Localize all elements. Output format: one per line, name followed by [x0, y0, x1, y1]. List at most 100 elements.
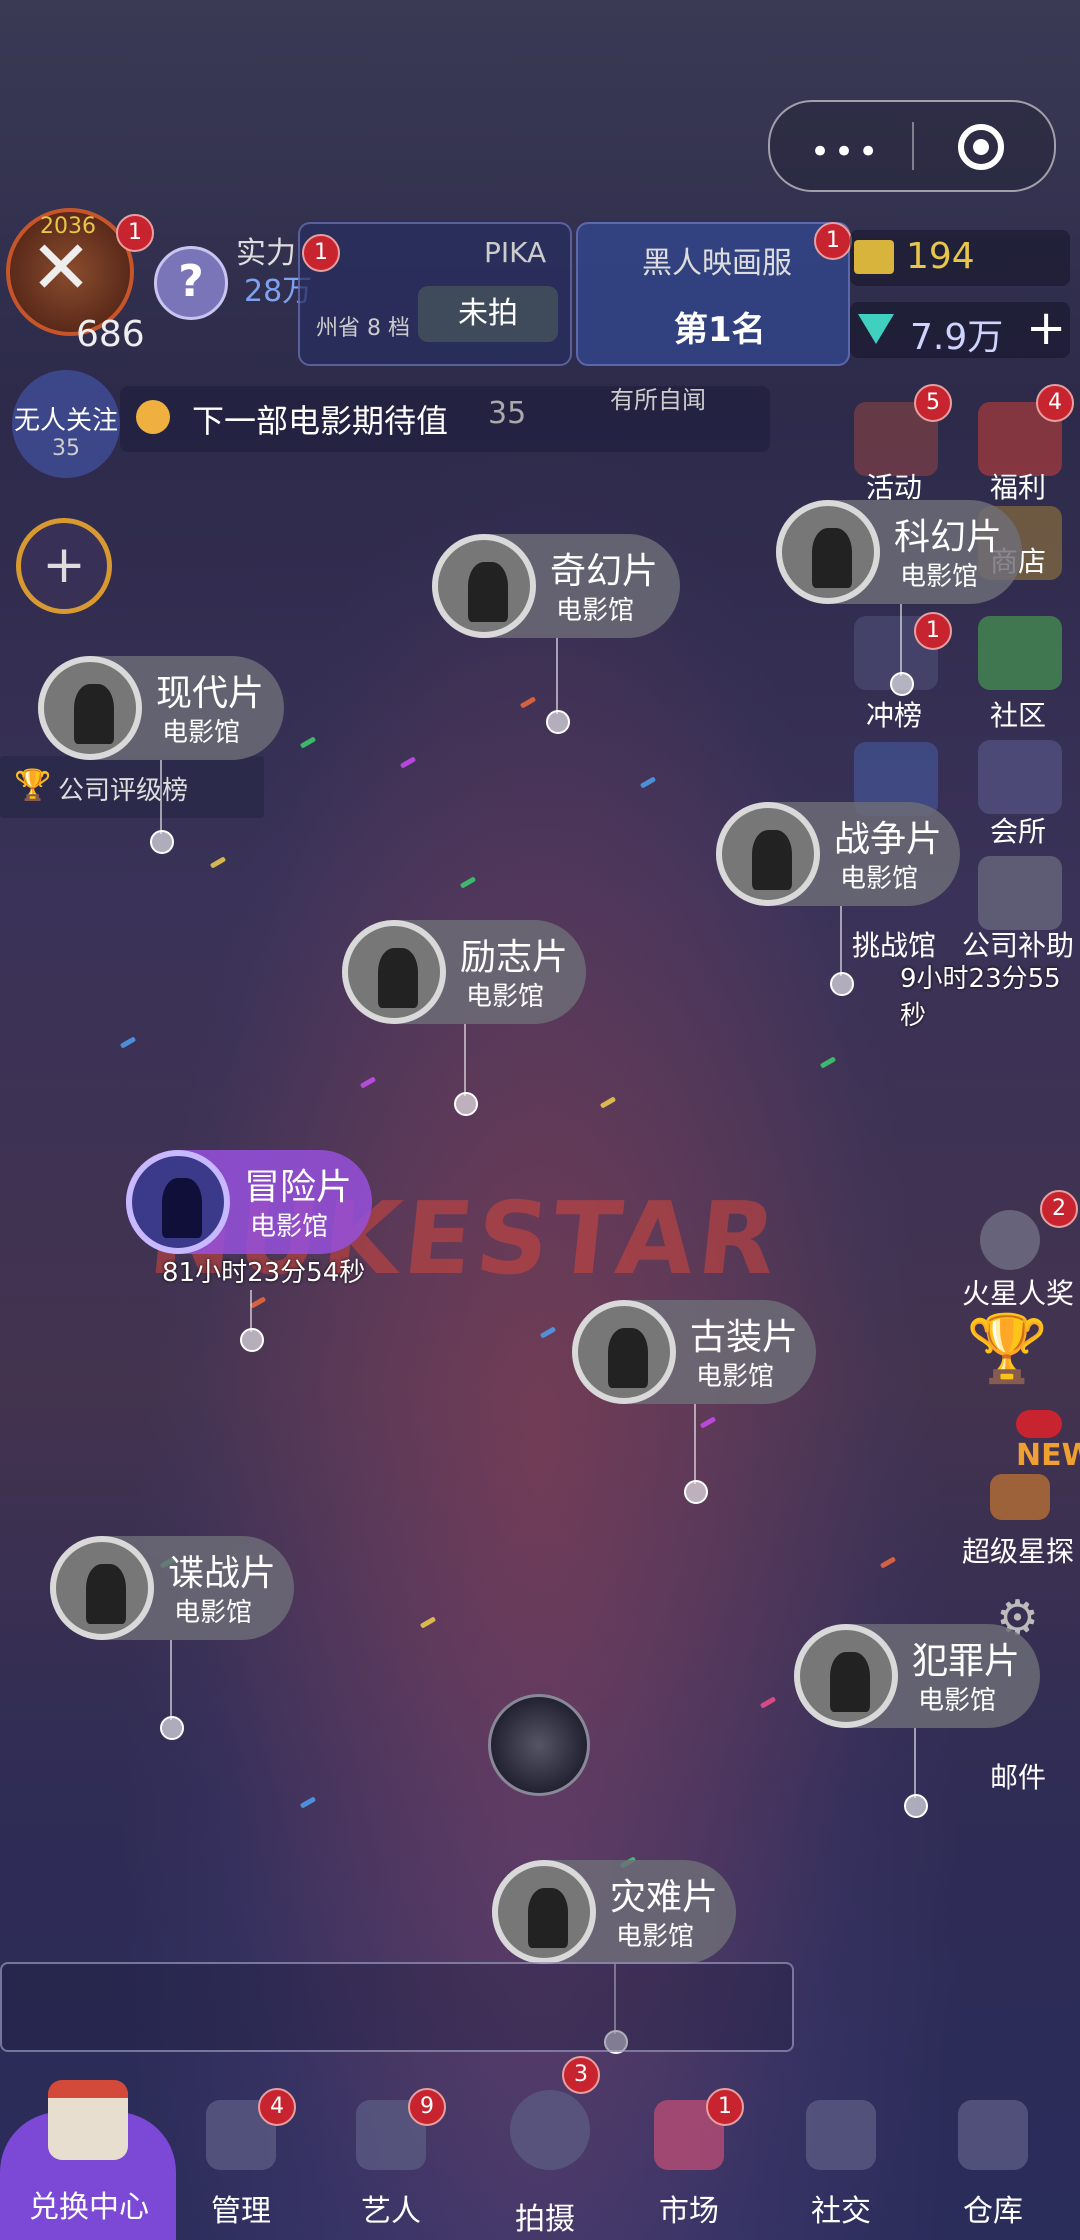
more-dots-icon[interactable]: •••: [810, 132, 882, 172]
nav-badge: 4: [258, 2088, 296, 2126]
hall-location-dot[interactable]: [890, 672, 914, 696]
hall-location-dot[interactable]: [684, 1480, 708, 1504]
nav-warehouse[interactable]: 仓库: [918, 2076, 1068, 2240]
expectation-value: 35: [488, 396, 527, 431]
close-icon[interactable]: ✕: [30, 231, 92, 305]
player-level: 686: [76, 314, 145, 355]
bottom-info-bar: [0, 1962, 794, 2052]
hall-location-dot[interactable]: [240, 1328, 264, 1352]
hall-avatar: [38, 656, 142, 760]
hall-name: 战争片: [834, 819, 943, 860]
hall-modern[interactable]: 现代片 电影馆: [38, 656, 288, 856]
hall-sub: 电影馆: [174, 1598, 253, 1628]
hall-stem: [170, 1640, 172, 1720]
hall-costume[interactable]: 古装片 电影馆: [572, 1300, 822, 1504]
watchers-circle[interactable]: 无人关注 35: [12, 370, 120, 478]
miniprogram-capsule[interactable]: •••: [768, 100, 1056, 192]
pika-panel[interactable]: PIKA 州省 8 档 未拍: [298, 222, 572, 366]
subsidy-icon[interactable]: [978, 856, 1062, 930]
hall-location-dot[interactable]: [150, 830, 174, 854]
gold-trophy-icon[interactable]: 🏆: [966, 1310, 1048, 1388]
new-tag: NEW: [1016, 1438, 1080, 1473]
nav-exchange-center[interactable]: 兑换中心: [14, 2076, 164, 2240]
hall-sub: 电影馆: [162, 718, 241, 748]
hall-sub: 电影馆: [616, 1922, 695, 1952]
diamond-counter[interactable]: 7.9万 +: [850, 300, 1070, 358]
hall-name: 现代片: [156, 673, 265, 714]
hall-avatar: [432, 534, 536, 638]
nav-label: 兑换中心: [29, 2190, 149, 2225]
player-badge: 1: [116, 214, 154, 252]
trophy-badge: [1016, 1410, 1062, 1438]
expectation-bar[interactable]: 下一部电影期待值 35 有所自闻: [120, 386, 770, 452]
club-icon[interactable]: [978, 740, 1062, 814]
store-icon: [48, 2080, 128, 2160]
hall-spy[interactable]: 谍战片 电影馆: [50, 1536, 300, 1740]
hall-location-dot[interactable]: [454, 1092, 478, 1116]
nav-label: 艺人: [361, 2194, 421, 2229]
hall-scifi[interactable]: 科幻片 电影馆: [776, 500, 1026, 700]
hall-location-dot[interactable]: [160, 1716, 184, 1740]
hall-fantasy[interactable]: 奇幻片 电影馆: [432, 534, 682, 734]
hall-avatar: [716, 802, 820, 906]
server-rank: 第1名: [674, 310, 766, 350]
nav-market[interactable]: 市场 1: [614, 2076, 764, 2240]
coffee-icon: [806, 2100, 876, 2170]
expectation-label: 下一部电影期待值: [192, 402, 449, 440]
hall-location-dot[interactable]: [546, 710, 570, 734]
hall-sub: 电影馆: [466, 982, 545, 1012]
hall-name: 冒险片: [244, 1167, 353, 1208]
hall-sub: 电影馆: [696, 1362, 775, 1392]
mars-award-label: 火星人奖: [961, 1277, 1074, 1310]
nav-badge: 1: [706, 2088, 744, 2126]
add-button[interactable]: +: [16, 518, 112, 614]
watchers-value: 35: [52, 436, 80, 461]
hall-avatar: [794, 1624, 898, 1728]
nav-shooting[interactable]: 拍摄 3: [470, 2056, 620, 2240]
rank-rush-label: 冲榜: [865, 699, 922, 732]
mars-award-icon[interactable]: [980, 1210, 1040, 1270]
hall-name: 谍战片: [168, 1553, 277, 1594]
hall-location-dot[interactable]: [830, 972, 854, 996]
nav-social[interactable]: 社交: [766, 2076, 916, 2240]
nav-artists[interactable]: 艺人 9: [316, 2076, 466, 2240]
watchers-label: 无人关注: [13, 406, 118, 436]
super-scout-icon[interactable]: [990, 1474, 1050, 1520]
help-icon[interactable]: ?: [154, 246, 228, 320]
record-ring-icon[interactable]: [958, 124, 1004, 170]
hall-crime[interactable]: 犯罪片 电影馆: [794, 1624, 1044, 1824]
central-globe-icon[interactable]: [488, 1694, 590, 1796]
activity-badge: 5: [914, 384, 952, 422]
welfare-badge: 4: [1036, 384, 1074, 422]
film-camera-icon: [510, 2090, 590, 2170]
gold-icon: [854, 240, 894, 274]
hall-sub: 电影馆: [840, 864, 919, 894]
hall-stem: [694, 1404, 696, 1484]
server-panel[interactable]: 黑人映画服 第1名: [576, 222, 850, 366]
pika-meta: 州省 8 档: [316, 316, 410, 341]
hall-stem: [464, 1024, 466, 1096]
hall-location-dot[interactable]: [904, 1794, 928, 1818]
hall-war[interactable]: 战争片 电影馆: [716, 802, 966, 1002]
hall-stem: [160, 760, 162, 834]
community-label: 社区: [989, 699, 1046, 732]
hall-adventure[interactable]: 冒险片 电影馆 81小时23分54秒: [126, 1150, 376, 1360]
hall-avatar: [572, 1300, 676, 1404]
nav-label: 仓库: [963, 2194, 1023, 2229]
hall-name: 奇幻片: [550, 551, 659, 592]
nav-manage[interactable]: 管理 4: [166, 2076, 316, 2240]
hall-sub: 电影馆: [900, 562, 979, 592]
nav-label: 社交: [811, 2194, 871, 2229]
nav-label: 管理: [211, 2194, 271, 2229]
hall-stem: [914, 1728, 916, 1798]
gold-counter[interactable]: 194: [850, 230, 1070, 286]
hall-avatar: [50, 1536, 154, 1640]
hall-inspirational[interactable]: 励志片 电影馆: [342, 920, 592, 1120]
club-label: 会所: [989, 815, 1046, 848]
hall-name: 灾难片: [610, 1877, 719, 1918]
nav-label: 拍摄: [515, 2202, 575, 2237]
add-diamond-button[interactable]: +: [1026, 300, 1066, 356]
pika-status-button[interactable]: 未拍: [418, 286, 558, 342]
nav-label: 市场: [659, 2194, 719, 2229]
hall-sub: 电影馆: [556, 596, 635, 626]
